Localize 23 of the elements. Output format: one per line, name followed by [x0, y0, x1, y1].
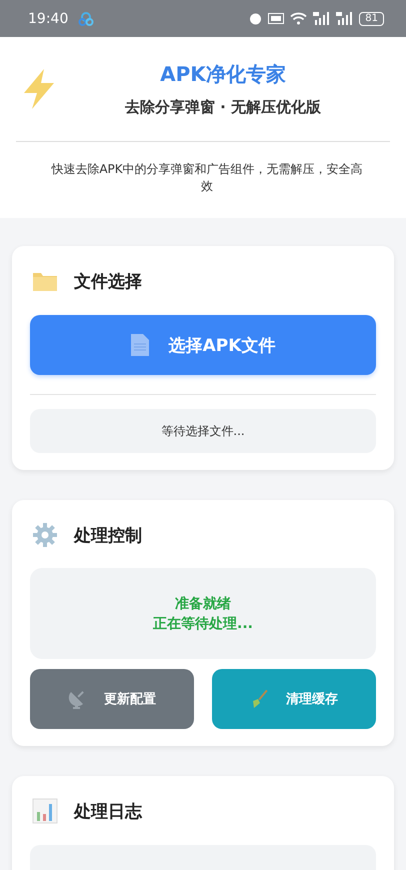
lightning-icon	[22, 69, 56, 109]
signal-icon	[313, 12, 330, 25]
gear-icon	[32, 522, 58, 548]
folder-icon	[32, 270, 58, 292]
document-icon	[130, 334, 149, 356]
broom-icon	[250, 689, 270, 709]
wifi-icon	[290, 12, 308, 25]
file-status-text: 等待选择文件...	[30, 409, 376, 453]
clear-cache-button[interactable]: 清理缓存	[212, 669, 376, 729]
bar-chart-icon	[32, 798, 58, 824]
status-text: 准备就绪	[175, 594, 231, 612]
battery-indicator: 81	[359, 12, 384, 26]
update-config-button[interactable]: 更新配置	[30, 669, 194, 729]
app-description: 快速去除APK中的分享弹窗和广告组件，无需解压，安全高效	[50, 161, 364, 195]
section-title: 处理日志	[74, 800, 142, 822]
select-file-button[interactable]: 选择APK文件	[30, 315, 376, 375]
app-title: APK净化专家	[160, 61, 286, 88]
section-title: 处理控制	[74, 524, 142, 546]
section-title: 文件选择	[74, 270, 142, 292]
clock-text: 19:40	[28, 10, 68, 26]
app-subtitle: 去除分享弹窗 · 无解压优化版	[124, 98, 322, 117]
signal-icon	[336, 12, 354, 25]
status-text: 正在等待处理...	[153, 614, 253, 632]
